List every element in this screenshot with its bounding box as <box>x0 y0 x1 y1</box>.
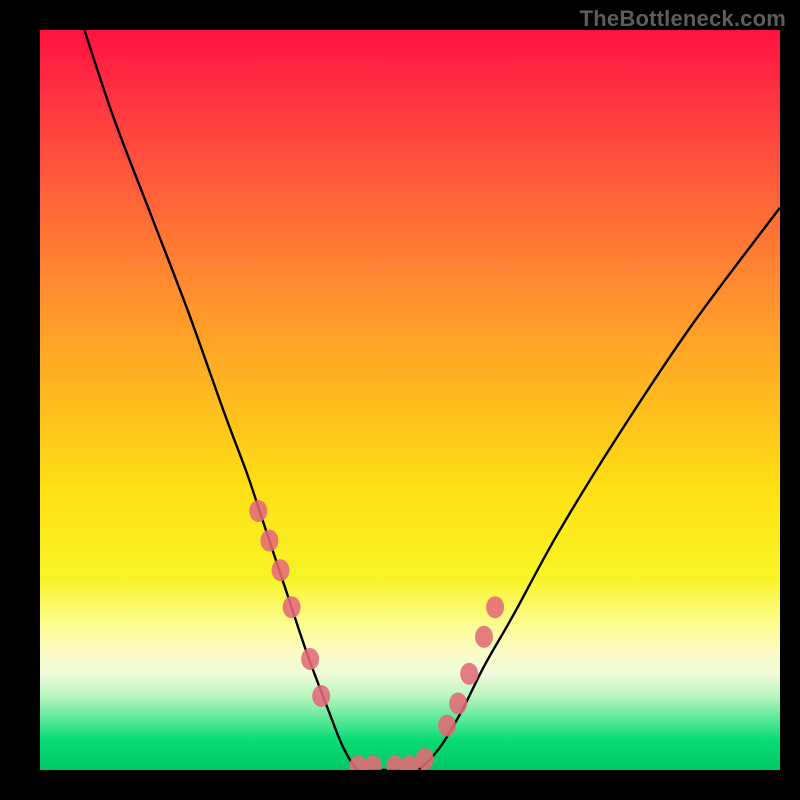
marker-point <box>416 748 434 770</box>
marker-point <box>449 692 467 714</box>
marker-group <box>249 500 504 770</box>
marker-point <box>312 685 330 707</box>
watermark-text: TheBottleneck.com <box>580 6 786 32</box>
marker-point <box>301 648 319 670</box>
marker-point <box>260 530 278 552</box>
marker-point <box>272 559 290 581</box>
marker-point <box>460 663 478 685</box>
marker-point <box>364 755 382 770</box>
marker-point <box>486 596 504 618</box>
bottleneck-curve <box>40 30 780 770</box>
chart-frame: TheBottleneck.com <box>0 0 800 800</box>
curve-line <box>84 30 780 770</box>
marker-point <box>249 500 267 522</box>
marker-point <box>475 626 493 648</box>
marker-point <box>438 715 456 737</box>
chart-plot-area <box>40 30 780 770</box>
marker-point <box>283 596 301 618</box>
